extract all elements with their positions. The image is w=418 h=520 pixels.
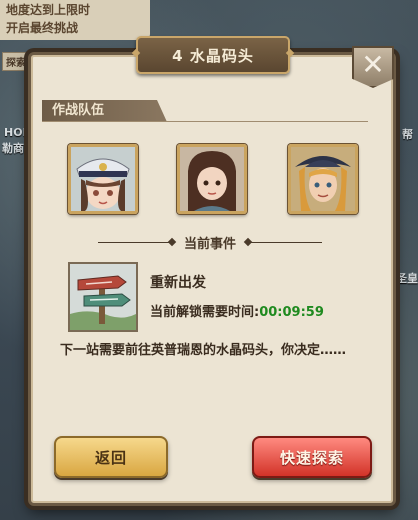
map-label-help: 帮 xyxy=(402,128,413,141)
event-name: 重新出发 xyxy=(150,275,206,291)
deco-line-left xyxy=(98,241,172,243)
map-label-hop: HOP xyxy=(4,126,31,139)
unlock-timer-row: 当前解锁需要时间:00:09:59 xyxy=(150,301,324,320)
team-member-1-portrait[interactable] xyxy=(68,144,138,214)
team-member-2-portrait[interactable] xyxy=(177,144,247,214)
map-tag-explore: 探索 xyxy=(2,52,30,71)
signpost-icon xyxy=(70,264,136,330)
notice-line-1: 地度达到上限时 xyxy=(6,3,91,17)
quick-explore-button[interactable]: 快速探索 xyxy=(252,436,372,478)
team-member-3-portrait[interactable] xyxy=(288,144,358,214)
unlock-label: 当前解锁需要时间: xyxy=(150,305,260,320)
deco-line-right xyxy=(248,241,323,243)
current-event-label: 当前事件 xyxy=(184,236,237,252)
pirate-hat-man-icon xyxy=(291,147,355,211)
section-divider xyxy=(42,121,368,122)
notice-line-2: 开启最终挑战 xyxy=(6,21,79,35)
map-label-holy: 圣皇 xyxy=(396,272,418,285)
girl-brown-hair-icon xyxy=(180,147,244,211)
unlock-time: 00:09:59 xyxy=(259,305,324,320)
event-description: 下一站需要前往英普瑞恩的水晶码头，你决定…… xyxy=(60,343,347,358)
stage-title: 4 水晶码头 xyxy=(136,36,290,74)
challenge-notice: 地度达到上限时 开启最终挑战 xyxy=(0,0,150,40)
back-button[interactable]: 返回 xyxy=(54,436,168,478)
close-icon: ✕ xyxy=(361,48,385,81)
current-event-header: 当前事件 xyxy=(98,232,323,252)
team-section-title: 作战队伍 xyxy=(42,100,167,122)
signpost-event-icon xyxy=(68,262,138,332)
girl-captain-hat-icon xyxy=(71,147,135,211)
